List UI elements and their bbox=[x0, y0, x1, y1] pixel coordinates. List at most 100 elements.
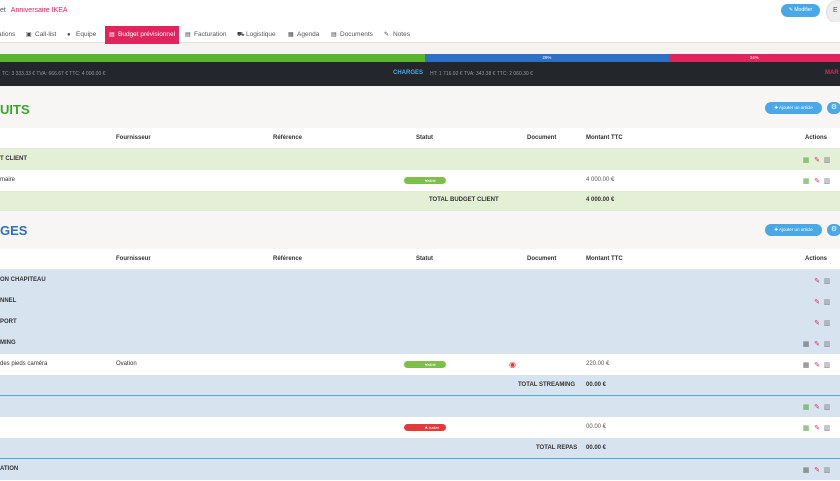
item-fournisseur: Ovation bbox=[116, 361, 137, 367]
tab-informations[interactable]: ations bbox=[0, 22, 15, 42]
item-amount: 00.00 € bbox=[586, 424, 607, 430]
trash-icon[interactable]: ▥ bbox=[823, 403, 831, 411]
tab-label: Equipe bbox=[76, 31, 97, 38]
chevron-down-icon: ▾ bbox=[425, 178, 428, 183]
add-article-button[interactable]: ✚ Ajouter un article bbox=[765, 102, 822, 114]
modify-button[interactable]: ✎ Modifier bbox=[781, 4, 820, 17]
status-dropdown[interactable]: Validé ▾ bbox=[404, 177, 446, 184]
edit-icon[interactable]: ✎ bbox=[813, 403, 821, 411]
col-actions: Actions bbox=[805, 135, 828, 141]
budget-summary-bar: TC: 3 333.33 € TVA: 666.67 € TTC: 4 000.… bbox=[0, 62, 840, 86]
settings-button[interactable]: ⚙ bbox=[827, 224, 840, 236]
edit-icon[interactable]: ✎ bbox=[813, 466, 821, 474]
progress-label: 29% bbox=[542, 55, 552, 60]
col-statut: Statut bbox=[416, 135, 433, 141]
total-label: TOTAL STREAMING bbox=[518, 382, 575, 388]
tab-call-list[interactable]: ▣ Call-list bbox=[26, 22, 56, 42]
budget-progress-bar: 29% 34% bbox=[0, 54, 840, 62]
budget-icon: ▤ bbox=[109, 32, 115, 38]
tab-label: Logistique bbox=[246, 31, 276, 38]
item-amount: 4 000.00 € bbox=[586, 177, 615, 183]
edit-icon[interactable]: ✎ bbox=[813, 340, 821, 348]
group-name: MING bbox=[0, 340, 16, 346]
calculator-icon[interactable]: ▦ bbox=[802, 424, 810, 432]
gear-icon: ⚙ bbox=[830, 104, 838, 111]
calculator-icon[interactable]: ▦ bbox=[802, 466, 810, 474]
produits-summary-values: TC: 3 333.33 € TVA: 666.67 € TTC: 4 000.… bbox=[2, 71, 106, 77]
trash-icon[interactable]: ▥ bbox=[823, 277, 831, 285]
table-row: ATION ▦ ✎ ▥ bbox=[0, 459, 840, 481]
tab-label: Notes bbox=[393, 31, 410, 38]
tab-documents[interactable]: ▤ Documents bbox=[331, 22, 373, 42]
calendar-icon: ▦ bbox=[288, 32, 294, 38]
edit-icon[interactable]: ✎ bbox=[813, 298, 821, 306]
total-label: TOTAL REPAS bbox=[536, 445, 578, 451]
tab-label: Facturation bbox=[194, 31, 227, 38]
phone-list-icon: ▣ bbox=[26, 32, 32, 38]
tab-notes[interactable]: ✎ Notes bbox=[384, 22, 410, 42]
table-row: ON CHAPITEAU ✎ ▥ bbox=[0, 270, 840, 292]
table-row: PORT ✎ ▥ bbox=[0, 312, 840, 334]
edit-icon[interactable]: ✎ bbox=[813, 361, 821, 369]
trash-icon[interactable]: ▥ bbox=[823, 177, 831, 185]
trash-icon[interactable]: ▥ bbox=[823, 319, 831, 327]
avatar[interactable]: E bbox=[826, 0, 840, 24]
table-row-total: TOTAL BUDGET CLIENT 4 000.00 € bbox=[0, 191, 840, 212]
pencil-icon: ✎ bbox=[788, 7, 793, 13]
calculator-icon[interactable]: ▦ bbox=[802, 340, 810, 348]
group-name: T CLIENT bbox=[0, 156, 27, 162]
charges-section-header: GES ✚ Ajouter un article ⚙ bbox=[0, 211, 840, 249]
table-row: des pieds caméra Ovation Validé ▾ ◉ 220.… bbox=[0, 354, 840, 376]
chevron-down-icon: ▾ bbox=[425, 362, 428, 367]
col-reference: Référence bbox=[273, 256, 303, 262]
edit-icon[interactable]: ✎ bbox=[813, 177, 821, 185]
charges-table-header: Fournisseur Référence Statut Document Mo… bbox=[0, 249, 840, 270]
calculator-icon[interactable]: ▦ bbox=[802, 403, 810, 411]
charges-title: GES bbox=[0, 223, 28, 238]
tab-equipe[interactable]: ● Equipe bbox=[67, 22, 96, 42]
tab-logistique[interactable]: ⛟Logistique bbox=[237, 22, 276, 42]
team-icon: ● bbox=[67, 32, 71, 38]
progress-segment-marge: 34% bbox=[668, 54, 840, 62]
settings-button[interactable]: ⚙ bbox=[827, 102, 840, 114]
eye-icon[interactable]: ◉ bbox=[509, 360, 516, 369]
edit-icon[interactable]: ✎ bbox=[813, 319, 821, 327]
tab-facturation[interactable]: ▤ Facturation bbox=[185, 22, 227, 42]
tab-budget-previsionnel[interactable]: ▤ Budget prévisionnel bbox=[105, 26, 180, 44]
calculator-icon[interactable]: ▦ bbox=[802, 156, 810, 164]
breadcrumb: et Anniversaire IKEA bbox=[0, 7, 68, 14]
status-dropdown[interactable]: À traiter ▾ bbox=[404, 424, 446, 431]
col-fournisseur: Fournisseur bbox=[116, 256, 151, 262]
edit-icon[interactable]: ✎ bbox=[813, 156, 821, 164]
pencil-icon: ✎ bbox=[384, 32, 390, 38]
table-row-total: TOTAL REPAS 00.00 € bbox=[0, 438, 840, 460]
col-document: Document bbox=[527, 256, 557, 262]
event-name-link[interactable]: Anniversaire IKEA bbox=[11, 7, 68, 14]
group-name: PORT bbox=[0, 319, 17, 325]
item-name: maire bbox=[0, 177, 16, 183]
trash-icon[interactable]: ▥ bbox=[823, 361, 831, 369]
trash-icon[interactable]: ▥ bbox=[823, 298, 831, 306]
add-article-label: Ajouter un article bbox=[779, 105, 813, 110]
calculator-icon[interactable]: ▦ bbox=[802, 361, 810, 369]
breadcrumb-prefix: et bbox=[0, 7, 6, 14]
edit-icon[interactable]: ✎ bbox=[813, 277, 821, 285]
group-name: ON CHAPITEAU bbox=[0, 277, 46, 283]
group-name: ATION bbox=[0, 466, 19, 472]
progress-segment-charges: 29% bbox=[425, 54, 669, 62]
add-article-button[interactable]: ✚ Ajouter un article bbox=[765, 224, 822, 236]
tab-agenda[interactable]: ▦ Agenda bbox=[288, 22, 319, 42]
calculator-icon[interactable]: ▦ bbox=[802, 177, 810, 185]
edit-icon[interactable]: ✎ bbox=[813, 424, 821, 432]
total-value: 00.00 € bbox=[586, 445, 607, 451]
trash-icon[interactable]: ▥ bbox=[823, 424, 831, 432]
table-row-total: TOTAL STREAMING 00.00 € bbox=[0, 375, 840, 397]
produits-table-header: Fournisseur Référence Statut Document Mo… bbox=[0, 128, 840, 149]
col-reference: Référence bbox=[273, 135, 303, 141]
trash-icon[interactable]: ▥ bbox=[823, 466, 831, 474]
status-dropdown[interactable]: Validé ▾ bbox=[404, 361, 446, 368]
tab-label: Call-list bbox=[35, 31, 57, 38]
progress-label: 34% bbox=[749, 55, 759, 60]
trash-icon[interactable]: ▥ bbox=[823, 340, 831, 348]
trash-icon[interactable]: ▥ bbox=[823, 156, 831, 164]
